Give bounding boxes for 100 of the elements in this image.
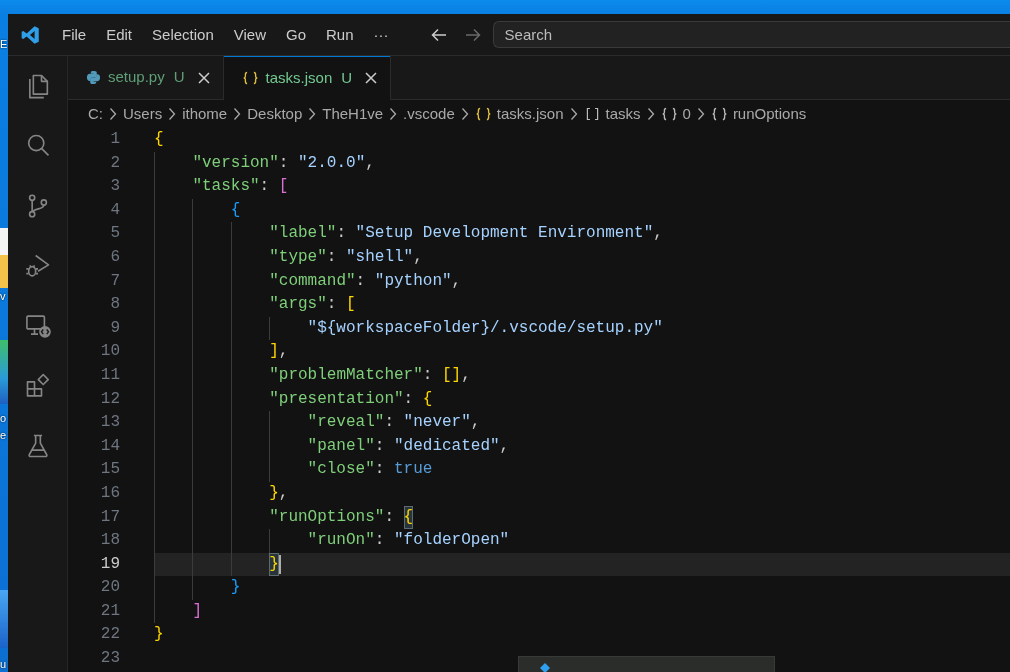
desktop-icon-label: o	[0, 411, 7, 425]
line-number: 17	[99, 506, 120, 528]
chevron-right-icon	[460, 107, 469, 121]
chevron-right-icon	[109, 107, 117, 121]
code-bracket: [	[346, 294, 356, 316]
line-number: 12	[99, 388, 120, 410]
code-text: "args":	[269, 294, 338, 316]
menu-item[interactable]: Run	[316, 22, 364, 47]
code-bracket: {	[230, 199, 241, 221]
code-bracket: }	[269, 482, 279, 504]
code-bracket: [	[442, 364, 452, 386]
line-number: 14	[99, 435, 120, 457]
code-bracket: {	[154, 129, 164, 150]
line-number: 13	[99, 412, 120, 434]
chevron-right-icon	[168, 107, 177, 121]
code-bracket: ]	[269, 341, 279, 363]
breadcrumb-item[interactable]: tasks	[583, 102, 641, 126]
text-cursor	[278, 555, 281, 574]
editor-tab[interactable]: tasks.json U	[223, 56, 392, 100]
desktop-icon-label: e	[0, 428, 7, 442]
code-bracket: {	[403, 505, 414, 530]
logo-icon	[20, 24, 40, 45]
menu-item[interactable]: View	[223, 22, 276, 47]
chevron-right-icon	[569, 107, 578, 121]
line-number: 3	[109, 176, 120, 198]
status-letter: U	[173, 67, 185, 88]
line-number: 2	[109, 152, 120, 174]
menu-item[interactable]: Edit	[96, 22, 143, 47]
line-number: 11	[99, 364, 120, 386]
breadcrumb-item[interactable]: C:	[88, 102, 103, 126]
code-bracket: ]	[192, 600, 202, 622]
line-number: 21	[99, 600, 120, 622]
desktop-icon-label: u	[0, 657, 7, 671]
breadcrumb-item[interactable]: tasks.json	[474, 102, 564, 126]
line-number: 22	[99, 624, 120, 646]
braces-icon	[474, 107, 492, 121]
search-field[interactable]: Search	[492, 21, 1010, 48]
breadcrumb-item[interactable]: Users	[123, 102, 163, 126]
breadcrumb-item[interactable]: Desktop	[247, 102, 303, 126]
code-bracket: }	[230, 577, 241, 599]
line-number: 7	[109, 270, 120, 292]
code-text: "panel": "dedicated",	[307, 435, 510, 457]
desktop-icon-label: E	[0, 37, 8, 51]
menu-item[interactable]: Go	[276, 22, 316, 47]
breadcrumb-item[interactable]: TheH1ve	[322, 102, 384, 126]
code-text: "tasks":	[192, 176, 271, 198]
line-number: 8	[109, 294, 120, 316]
code-text: ,	[278, 482, 289, 504]
close-icon	[197, 71, 210, 84]
line-number: 23	[99, 648, 120, 670]
desktop-icon-label: v	[0, 289, 6, 303]
line-number: 1	[109, 129, 120, 150]
remote-monitor-icon[interactable]	[23, 312, 52, 340]
more-menu-button[interactable]: ···	[363, 22, 399, 47]
breadcrumb-item[interactable]: runOptions	[710, 102, 807, 126]
line-number: 15	[99, 459, 120, 481]
line-number: 4	[109, 199, 120, 221]
close-icon	[365, 72, 378, 84]
braces-icon	[660, 107, 678, 121]
code-bracket: }	[269, 552, 279, 577]
menu-item[interactable]: Selection	[142, 22, 224, 47]
code-text: "${workspaceFolder}/.vscode/setup.py"	[307, 317, 663, 339]
braces-icon	[241, 71, 259, 85]
chevron-right-icon	[389, 107, 398, 121]
breadcrumb-item[interactable]: 0	[660, 102, 691, 126]
code-text: "reveal": "never",	[307, 412, 481, 434]
braces-icon	[710, 107, 728, 121]
code-bracket: ]	[451, 364, 462, 386]
code-text: "version": "2.0.0",	[192, 152, 375, 174]
line-number: 18	[99, 530, 120, 552]
line-number: 5	[109, 223, 120, 245]
python-icon	[86, 70, 101, 85]
code-text: "command": "python",	[269, 270, 462, 292]
line-number: 6	[109, 246, 120, 268]
code-text: "presentation":	[269, 388, 415, 410]
line-number: 9	[109, 317, 120, 339]
chevron-right-icon	[646, 107, 655, 121]
line-number: 10	[99, 341, 120, 363]
code-text: ,	[278, 341, 289, 363]
line-number: 16	[99, 482, 120, 504]
diamond-icon	[540, 663, 550, 672]
code-text: "runOn": "folderOpen"	[307, 530, 510, 552]
line-number: 19	[99, 553, 120, 575]
line-number: 20	[99, 577, 120, 599]
status-letter: U	[341, 67, 353, 88]
code-bracket: }	[154, 624, 164, 646]
chevron-right-icon	[308, 107, 317, 121]
breadcrumb-item[interactable]: .vscode	[403, 102, 455, 126]
chevron-right-icon	[696, 107, 705, 121]
play-bug-icon[interactable]	[23, 252, 52, 280]
code-text: "problemMatcher":	[269, 364, 434, 386]
chevron-right-icon	[233, 107, 242, 121]
code-text: ,	[461, 364, 471, 386]
breadcrumb-item[interactable]: ithome	[182, 102, 228, 126]
code-text: "close": true	[307, 459, 433, 481]
code-text: "runOptions":	[269, 506, 395, 528]
code-bracket: {	[422, 388, 433, 410]
code-text: "type": "shell",	[269, 246, 423, 268]
menu-item[interactable]: File	[52, 22, 97, 47]
code-text: "label": "Setup Development Environment",	[269, 223, 663, 245]
